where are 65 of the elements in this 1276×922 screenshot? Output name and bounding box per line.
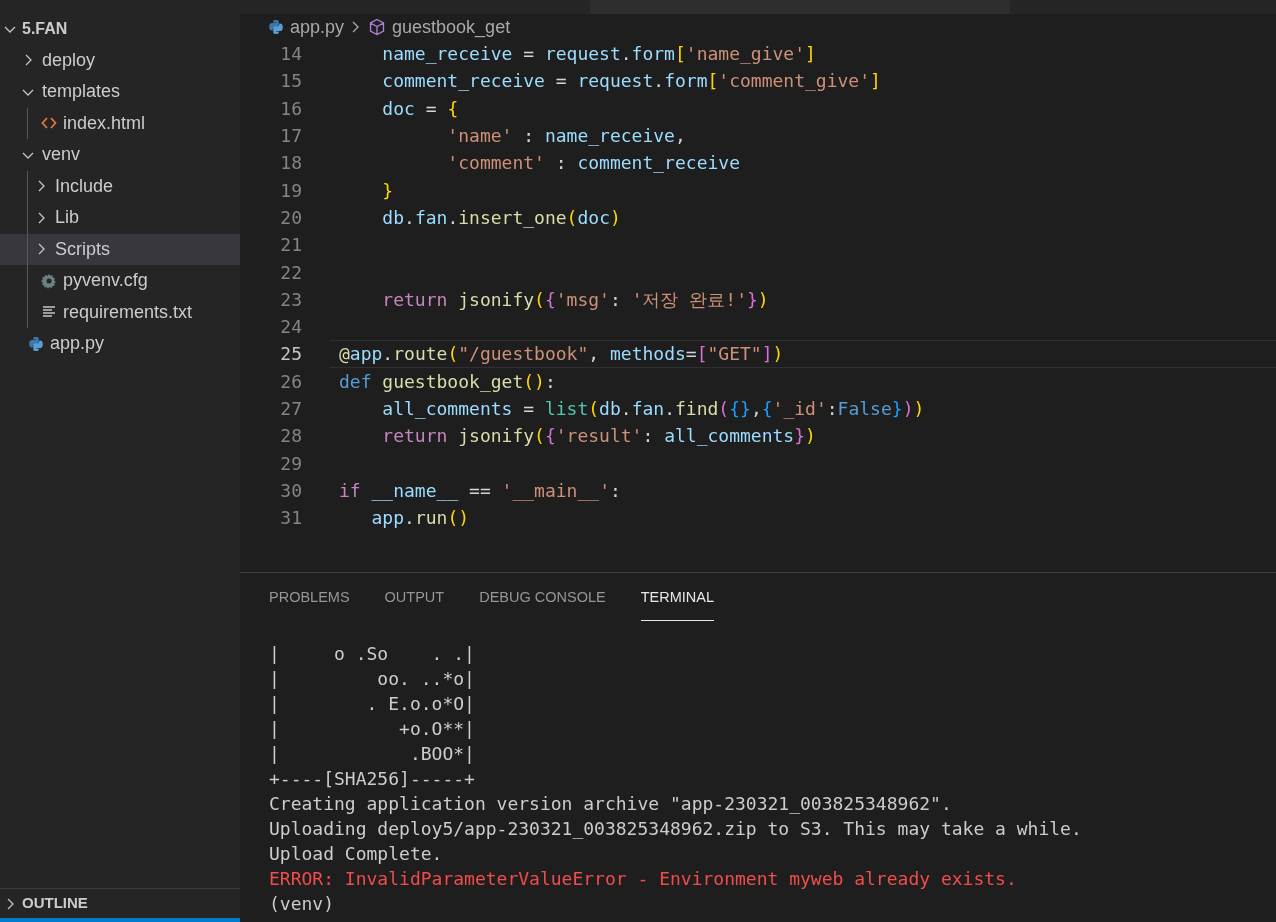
code-line: return jsonify({'result': all_comments}) [381,424,816,449]
terminal-line: Creating application version archive "app-230321_003825348962". [269,792,952,816]
code-line: return jsonify({'msg': '저장 완료!'}) [381,287,769,312]
panel-tab[interactable]: OUTPUT [384,575,445,621]
tree-item[interactable]: deploy [0,44,240,76]
folder-header[interactable]: 5.FAN [0,13,240,45]
terminal-line: | oo. ..*o| [269,667,475,691]
line-number: 25 [279,342,302,367]
line-number: 30 [279,478,302,503]
breadcrumb-item[interactable]: guestbook_get [392,13,511,41]
panel-tab[interactable]: DEBUG CONSOLE [479,575,606,621]
lines-icon [41,305,57,320]
line-number: 17 [279,124,302,149]
python-icon [268,19,284,35]
error-line: ERROR: InvalidParameterValueError - Environment myweb already exists. [269,867,1017,891]
line-number: 26 [279,369,302,394]
line-number: 15 [279,69,302,94]
line-number: 16 [279,96,302,121]
line-number: 22 [279,260,302,285]
cube-icon [368,18,387,36]
line-number: 14 [279,42,302,67]
gear-icon [41,272,57,289]
code-line: } [381,178,394,203]
line-number: 24 [279,315,302,340]
tree-item[interactable]: venv [0,139,240,171]
code-line: 'name' : name_receive, [446,124,686,149]
code-line: db.fan.insert_one(doc) [381,205,621,230]
code-line: if __name__ == '__main__': [339,478,621,503]
terminal-line: | .BOO*| [269,742,475,766]
line-number: 18 [279,151,302,176]
code-line: 'comment' : comment_receive [446,151,740,176]
line-number: 28 [279,424,302,449]
terminal-line: Uploading deploy5/app-230321_003825348962.zip to S3. This may take a while. [269,817,1082,841]
panel-tab[interactable]: PROBLEMS [269,575,350,621]
terminal-line: Upload Complete. [269,842,443,866]
line-number: 23 [279,287,302,312]
tree-item[interactable]: Scripts [0,233,240,265]
line-number: 31 [279,506,302,531]
terminal-line: | o .So . .| [269,642,475,666]
line-number: 27 [279,397,302,421]
code-line: app.run() [370,506,470,531]
tree-item[interactable]: Include [0,170,240,202]
tree-item[interactable]: templates [0,76,240,108]
code-line: comment_receive = request.form['comment_give'] [381,69,881,94]
terminal-line: | . E.o.o*O| [269,692,475,716]
code-line: name_receive = request.form['name_give'] [381,42,816,67]
terminal-line: | +o.O**| [269,717,475,741]
code-line: def guestbook_get(): [339,369,556,394]
panel-tab[interactable]: TERMINAL [640,575,715,621]
tree-item[interactable]: pyvenv.cfg [0,265,240,297]
line-number: 21 [279,233,302,258]
terminal-line: +----[SHA256]-----+ [269,767,475,791]
python-icon [28,335,44,352]
line-number: 29 [279,451,302,476]
line-number: 19 [279,178,302,203]
code-line: @app.route("/guestbook", methods=["GET"]) [339,342,784,367]
tree-item[interactable]: Lib [0,202,240,234]
code-line: doc = { [381,96,459,121]
breadcrumb-item[interactable]: app.py [290,13,345,41]
tree-item[interactable]: requirements.txt [0,296,240,328]
code-line: all_comments = list(db.fan.find({},{'_id':False})) [381,397,925,421]
tree-item[interactable]: app.py [0,328,240,360]
tree-item[interactable]: index.html [0,107,240,139]
terminal-line: (venv) [269,892,335,916]
line-number: 20 [279,205,302,230]
